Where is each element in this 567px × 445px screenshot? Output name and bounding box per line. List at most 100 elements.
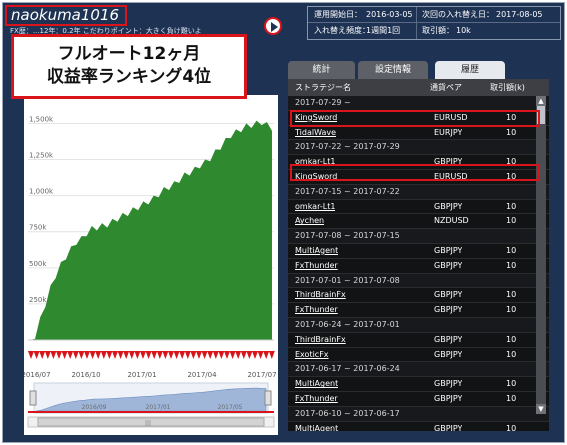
x-tick-label: 2017/07 [247,371,276,379]
x-tick-label: 2016/10 [71,371,100,379]
y-axis-labels: 1,500k 1,250k 1,000k 750k 500k 250k [29,115,54,303]
trade-marker [78,351,85,359]
ranking-callout: フルオート12ヶ月 収益率ランキング4位 [11,34,247,99]
week-range-label: 2017-07-15 ~ 2017-07-22 [295,186,400,196]
trade-marker [39,351,46,359]
table-row: Aychen NZDUSD 10 [288,214,549,230]
strategy-link[interactable]: Aychen [295,214,324,228]
trade-marker [156,351,163,359]
lot-value: 10k [456,26,471,35]
strategy-link[interactable]: ThirdBrainFx [295,333,346,347]
trade-marker [240,351,247,359]
lot-cell: 10 [506,394,517,403]
strategy-link[interactable]: KingSword [295,170,337,184]
currency-pair-cell: EURUSD [434,112,468,122]
currency-pair-cell: GBPJPY [434,334,463,344]
trade-marker [72,351,79,359]
lot-cell: 10 [506,305,517,315]
strategy-link[interactable]: omkar-Lt1 [295,155,335,169]
trade-marker [263,351,270,359]
trade-marker [140,351,146,359]
currency-pair-cell: GBPJPY [434,379,463,389]
trade-marker [173,351,180,359]
currency-pair-cell: GBPJPY [434,423,463,431]
week-range-label: 2017-07-22 ~ 2017-07-29 [295,142,400,152]
username-label[interactable]: naokuma1016 [5,5,127,26]
frequency-value: 1週間1回 [366,26,401,35]
trade-marker [184,351,191,359]
strategy-link[interactable]: MultiAgent [295,377,338,391]
strategy-link[interactable]: ThirdBrainFx [295,288,346,302]
strategy-link[interactable]: FxThunder [295,259,338,273]
start-date-value: 2016-03-05 [366,10,413,19]
operation-info-table: 運用開始日： 2016-03-05 次回の入れ替え日： 2017-08-05 入… [307,6,561,40]
week-header-row: 2017-06-17 ~ 2017-06-24 [288,362,549,378]
info-row-frequency: 入れ替え頻度： 1週間1回 取引額： 10k [308,23,560,39]
trade-marker [61,351,68,359]
tab-stats[interactable]: 統計 [288,61,355,79]
profit-chart-panel[interactable]: 1,500k 1,250k 1,000k 750k 500k 250k 2016/07 20… [24,95,278,435]
table-row: ThirdBrainFx GBPJPY 10 [288,288,549,304]
tab-settings[interactable]: 設定情報 [358,61,428,79]
trade-marker [257,351,264,359]
trade-marker [162,351,169,359]
screen: naokuma1016 FX歴：...12年：0.2年 こだわりポイント：大きく… [0,0,567,445]
navigator-right-handle[interactable] [264,390,272,406]
trade-marker [67,351,74,359]
table-row: TidalWave EURJPY 10 [288,126,549,141]
currency-pair-cell: GBPJPY [434,349,463,359]
y-tick-label: 1,500k [29,115,54,123]
table-row: FxThunder GBPJPY 10 [288,303,549,318]
table-scrollbar[interactable] [536,96,546,414]
lot-cell: 10 [506,246,517,255]
tab-history[interactable]: 履歴 [435,61,505,79]
trade-marker [235,351,242,359]
scroll-down-icon[interactable]: ▼ [536,404,546,414]
table-row: FxThunder GBPJPY 10 [288,392,549,407]
trade-marker [212,351,219,359]
y-tick-label: 1,250k [29,152,54,160]
x-tick-label: 2016/07 [24,371,51,379]
info-row-start: 運用開始日： 2016-03-05 次回の入れ替え日： 2017-08-05 [308,7,560,23]
trade-marker [134,351,141,359]
play-button[interactable] [264,17,282,35]
strategy-link[interactable]: FxThunder [295,392,338,406]
week-range-label: 2017-06-17 ~ 2017-06-24 [295,364,400,374]
trade-marker [89,351,96,359]
lot-cell: 10 [506,349,517,359]
week-header-row: 2017-06-24 ~ 2017-07-01 [288,318,549,333]
strategy-link[interactable]: TidalWave [295,126,336,140]
week-range-label: 2017-07-01 ~ 2017-07-08 [295,275,400,285]
header-pair: 通貨ペア [430,83,462,92]
table-scrollbar-thumb[interactable] [537,106,545,124]
table-header: ストラテジー名 通貨ペア 取引額(k) [288,79,549,96]
table-row: ExoticFx GBPJPY 10 [288,348,549,363]
lot-cell: 10 [506,379,517,389]
scroll-up-icon[interactable]: ▲ [536,96,546,106]
x-tick-label: 2017/01 [127,371,156,379]
table-row: ThirdBrainFx GBPJPY 10 [288,333,549,348]
currency-pair-cell: GBPJPY [434,157,463,167]
strategy-link[interactable]: MultiAgent [295,244,338,258]
trade-marker [196,351,202,359]
strategy-link[interactable]: MultiAgent [295,422,338,431]
strategy-link[interactable]: ExoticFx [295,348,329,362]
trade-marker [33,351,40,359]
lot-cell: 10 [506,260,517,270]
trade-marker [252,351,258,359]
currency-pair-cell: GBPJPY [434,305,463,315]
trade-marker [95,351,102,359]
week-range-label: 2017-07-08 ~ 2017-07-15 [295,231,400,241]
strategy-link[interactable]: FxThunder [295,303,338,317]
table-row: KingSword EURUSD 10 [288,170,549,185]
lot-cell: 10 [506,201,517,211]
table-row: MultiAgent GBPJPY 10 [288,244,549,259]
strategy-link[interactable]: omkar-Lt1 [295,200,335,214]
strategy-link[interactable]: KingSword [295,111,337,125]
navigator-left-handle[interactable] [29,390,37,406]
week-header-row: 2017-07-22 ~ 2017-07-29 [288,140,549,156]
table-row: MultiAgent GBPJPY 10 [288,422,549,431]
scrollbar-grip-icon: ||| [145,420,151,427]
week-header-row: 2017-07-15 ~ 2017-07-22 [288,184,549,200]
trade-markers [28,351,275,359]
